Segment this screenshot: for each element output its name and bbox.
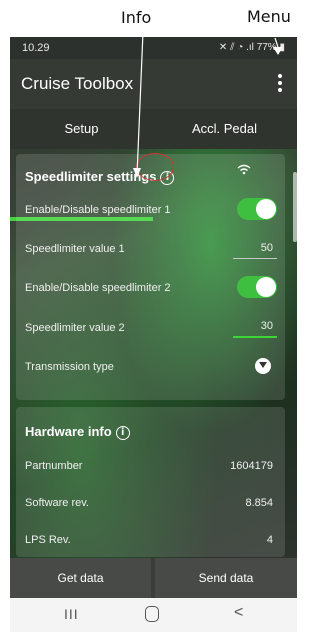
speedlimiter-2-input-underline bbox=[233, 336, 277, 338]
speedlimiter-1-toggle[interactable] bbox=[237, 198, 277, 220]
recent-apps-icon[interactable]: III bbox=[64, 606, 79, 622]
partnumber-value: 1604179 bbox=[230, 460, 273, 472]
tab-setup[interactable]: Setup bbox=[10, 109, 153, 149]
speedlimiter-2-value-input[interactable]: 30 bbox=[261, 320, 273, 332]
wifi-icon bbox=[237, 164, 251, 175]
annotation-ring bbox=[136, 153, 174, 181]
bottom-action-bar: Get data Send data bbox=[10, 558, 297, 598]
speedlimiter-2-toggle-label: Enable/Disable speedlimiter 2 bbox=[25, 282, 171, 294]
tab-bar: Setup Accl. Pedal bbox=[10, 109, 297, 221]
back-icon[interactable]: < bbox=[234, 604, 243, 622]
app-title: Cruise Toolbox bbox=[21, 74, 134, 93]
speedlimiter-1-value-label: Speedlimiter value 1 bbox=[25, 243, 125, 255]
send-data-button[interactable]: Send data bbox=[155, 558, 297, 598]
signal-icon: ✕ ⫽ ◔ .ıl bbox=[218, 42, 254, 53]
tab-accl-pedal[interactable]: Accl. Pedal bbox=[153, 109, 296, 149]
toggle-knob bbox=[256, 199, 276, 219]
hardware-info-title: Hardware info i bbox=[25, 424, 130, 440]
app-bar: Cruise Toolbox bbox=[10, 59, 297, 109]
status-icons: ✕ ⫽ ◔ .ıl 77% ▮ bbox=[219, 42, 285, 53]
toggle-knob bbox=[256, 277, 276, 297]
battery-icon: ▮ bbox=[279, 42, 285, 53]
annotation-header: Info Menu bbox=[0, 0, 307, 37]
speedlimiter-1-input-underline bbox=[233, 258, 277, 259]
system-nav-bar: III < bbox=[10, 598, 297, 632]
transmission-type-label: Transmission type bbox=[25, 361, 114, 373]
speedlimiter-card: Speedlimiter settings i Enable/Disable sp… bbox=[16, 153, 285, 400]
lps-rev-label: LPS Rev. bbox=[25, 534, 71, 546]
phone-screen: 10.29 ✕ ⫽ ◔ .ıl 77% ▮ Cruise Toolbox Set… bbox=[10, 37, 297, 632]
info-icon[interactable]: i bbox=[115, 425, 130, 440]
software-rev-value: 8.854 bbox=[245, 497, 273, 509]
hardware-info-card: Hardware info i Partnumber 1604179 Softwa… bbox=[16, 407, 285, 557]
partnumber-label: Partnumber bbox=[25, 460, 83, 472]
status-time: 10.29 bbox=[22, 42, 50, 54]
battery-percent: 77% bbox=[256, 42, 277, 53]
hardware-info-title-text: Hardware info bbox=[25, 424, 112, 439]
annotation-info-label: Info bbox=[121, 8, 152, 27]
get-data-button[interactable]: Get data bbox=[10, 558, 151, 598]
speedlimiter-2-value-label: Speedlimiter value 2 bbox=[25, 322, 125, 334]
software-rev-label: Software rev. bbox=[25, 497, 89, 509]
speedlimiter-2-toggle[interactable] bbox=[237, 276, 277, 298]
lps-rev-value: 4 bbox=[266, 534, 273, 546]
status-bar: 10.29 ✕ ⫽ ◔ .ıl 77% ▮ bbox=[10, 37, 297, 59]
home-icon[interactable] bbox=[145, 606, 159, 622]
speedlimiter-1-toggle-label: Enable/Disable speedlimiter 1 bbox=[25, 204, 171, 216]
overflow-menu-icon[interactable] bbox=[273, 71, 287, 95]
scrollbar[interactable] bbox=[293, 172, 297, 242]
annotation-menu-label: Menu bbox=[247, 7, 291, 26]
chevron-down-icon[interactable] bbox=[255, 358, 271, 374]
speedlimiter-1-value-input[interactable]: 50 bbox=[261, 242, 273, 254]
